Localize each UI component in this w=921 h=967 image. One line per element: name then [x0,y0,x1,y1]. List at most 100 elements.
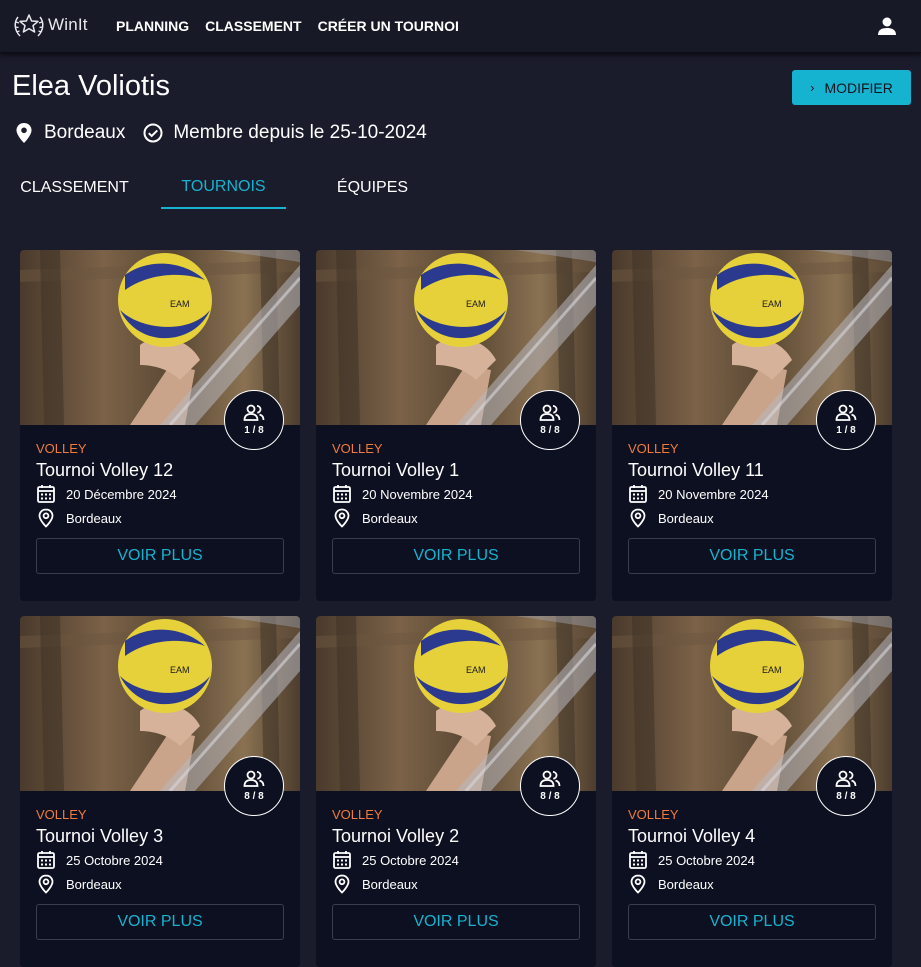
calendar-icon [37,851,55,869]
location-pin-icon [38,508,54,528]
location-pin-icon [630,508,646,528]
group-icon [835,404,857,421]
calendar-icon [37,485,55,503]
tournament-card[interactable]: EAM 8 / 8 VOLLEY Tournoi Volley 4 25 Oct… [612,616,892,967]
tournament-location: Bordeaux [658,876,714,892]
main-nav: PLANNING CLASSEMENT CRÉER UN TOURNOI [116,18,459,34]
tournament-card[interactable]: EAM 1 / 8 VOLLEY Tournoi Volley 11 20 No… [612,250,892,601]
tournament-title: Tournoi Volley 4 [628,826,756,846]
voir-plus-button[interactable]: VOIR PLUS [36,538,284,574]
tournament-date: 25 Octobre 2024 [362,852,459,868]
tournament-date: 20 Décembre 2024 [66,486,177,502]
logo-text: WinIt [48,15,88,34]
tournament-location: Bordeaux [658,510,714,526]
participants-count: 8 / 8 [540,791,560,802]
svg-text:EAM: EAM [762,665,782,675]
location-pin-icon [334,508,350,528]
tournament-location: Bordeaux [66,876,122,892]
tab-tournois[interactable]: TOURNOIS [161,166,286,209]
user-icon[interactable] [876,15,898,37]
nav-creer-tournoi[interactable]: CRÉER UN TOURNOI [318,18,459,34]
tournament-location: Bordeaux [66,510,122,526]
tournament-date: 25 Octobre 2024 [66,852,163,868]
location-row: Bordeaux [628,874,714,894]
participants-count: 1 / 8 [836,425,856,436]
location-row: Bordeaux [36,508,122,528]
participants-badge: 1 / 8 [816,390,876,450]
location-pin-icon [16,123,32,143]
sport-label: VOLLEY [628,807,679,822]
tournament-location: Bordeaux [362,876,418,892]
profile-name: Elea Voliotis [12,70,170,102]
svg-text:EAM: EAM [170,299,190,309]
calendar-icon [629,485,647,503]
edit-button-label: MODIFIER [824,79,893,96]
tournament-title: Tournoi Volley 2 [332,826,460,846]
voir-plus-button[interactable]: VOIR PLUS [628,538,876,574]
date-row: 25 Octobre 2024 [36,850,163,870]
group-icon [243,404,265,421]
tab-classement[interactable]: CLASSEMENT [12,166,137,209]
date-row: 25 Octobre 2024 [332,850,459,870]
nav-classement[interactable]: CLASSEMENT [205,18,301,34]
sport-label: VOLLEY [332,441,383,456]
participants-badge: 8 / 8 [520,390,580,450]
svg-text:EAM: EAM [762,299,782,309]
tournament-date: 20 Novembre 2024 [362,486,473,502]
calendar-icon [629,851,647,869]
svg-text:EAM: EAM [466,665,486,675]
chevron-right-icon: › [810,80,815,95]
voir-plus-button[interactable]: VOIR PLUS [628,904,876,940]
profile-city: Bordeaux [44,122,126,143]
sport-label: VOLLEY [36,441,87,456]
laurel-star-icon [14,14,44,37]
svg-text:EAM: EAM [466,299,486,309]
participants-count: 8 / 8 [540,425,560,436]
profile-meta: Bordeaux Membre depuis le 25-10-2024 [14,122,427,144]
tournament-title: Tournoi Volley 3 [36,826,164,846]
location-row: Bordeaux [628,508,714,528]
voir-plus-button[interactable]: VOIR PLUS [36,904,284,940]
sport-label: VOLLEY [36,807,87,822]
sport-label: VOLLEY [332,807,383,822]
group-icon [243,770,265,787]
tournament-card[interactable]: EAM 1 / 8 VOLLEY Tournoi Volley 12 20 Dé… [20,250,300,601]
sport-label: VOLLEY [628,441,679,456]
check-circle-icon [143,123,163,143]
calendar-icon [333,851,351,869]
participants-badge: 8 / 8 [816,756,876,816]
tournament-location: Bordeaux [362,510,418,526]
location-pin-icon [334,874,350,894]
tab-equipes[interactable]: ÉQUIPES [310,166,435,209]
location-row: Bordeaux [36,874,122,894]
app-logo[interactable]: WinIt [12,9,88,41]
date-row: 20 Novembre 2024 [628,484,769,504]
tournament-date: 25 Octobre 2024 [658,852,755,868]
tournament-date: 20 Novembre 2024 [658,486,769,502]
participants-badge: 8 / 8 [520,756,580,816]
date-row: 25 Octobre 2024 [628,850,755,870]
participants-badge: 1 / 8 [224,390,284,450]
voir-plus-button[interactable]: VOIR PLUS [332,538,580,574]
tournament-card[interactable]: EAM 8 / 8 VOLLEY Tournoi Volley 1 20 Nov… [316,250,596,601]
nav-planning[interactable]: PLANNING [116,18,189,34]
participants-count: 8 / 8 [836,791,856,802]
calendar-icon [333,485,351,503]
participants-badge: 8 / 8 [224,756,284,816]
edit-profile-button[interactable]: › MODIFIER [792,70,911,105]
participants-count: 1 / 8 [244,425,264,436]
tournament-title: Tournoi Volley 1 [332,460,460,480]
date-row: 20 Décembre 2024 [36,484,177,504]
location-pin-icon [38,874,54,894]
tournament-card[interactable]: EAM 8 / 8 VOLLEY Tournoi Volley 2 25 Oct… [316,616,596,967]
location-row: Bordeaux [332,508,418,528]
member-since: Membre depuis le 25-10-2024 [173,122,427,143]
top-navbar: WinIt PLANNING CLASSEMENT CRÉER UN TOURN… [0,0,921,53]
tournament-title: Tournoi Volley 12 [36,460,174,480]
voir-plus-button[interactable]: VOIR PLUS [332,904,580,940]
svg-text:EAM: EAM [170,665,190,675]
participants-count: 8 / 8 [244,791,264,802]
tournament-card[interactable]: EAM 8 / 8 VOLLEY Tournoi Volley 3 25 Oct… [20,616,300,967]
group-icon [539,404,561,421]
profile-tabs: CLASSEMENT TOURNOIS ÉQUIPES [12,166,435,209]
